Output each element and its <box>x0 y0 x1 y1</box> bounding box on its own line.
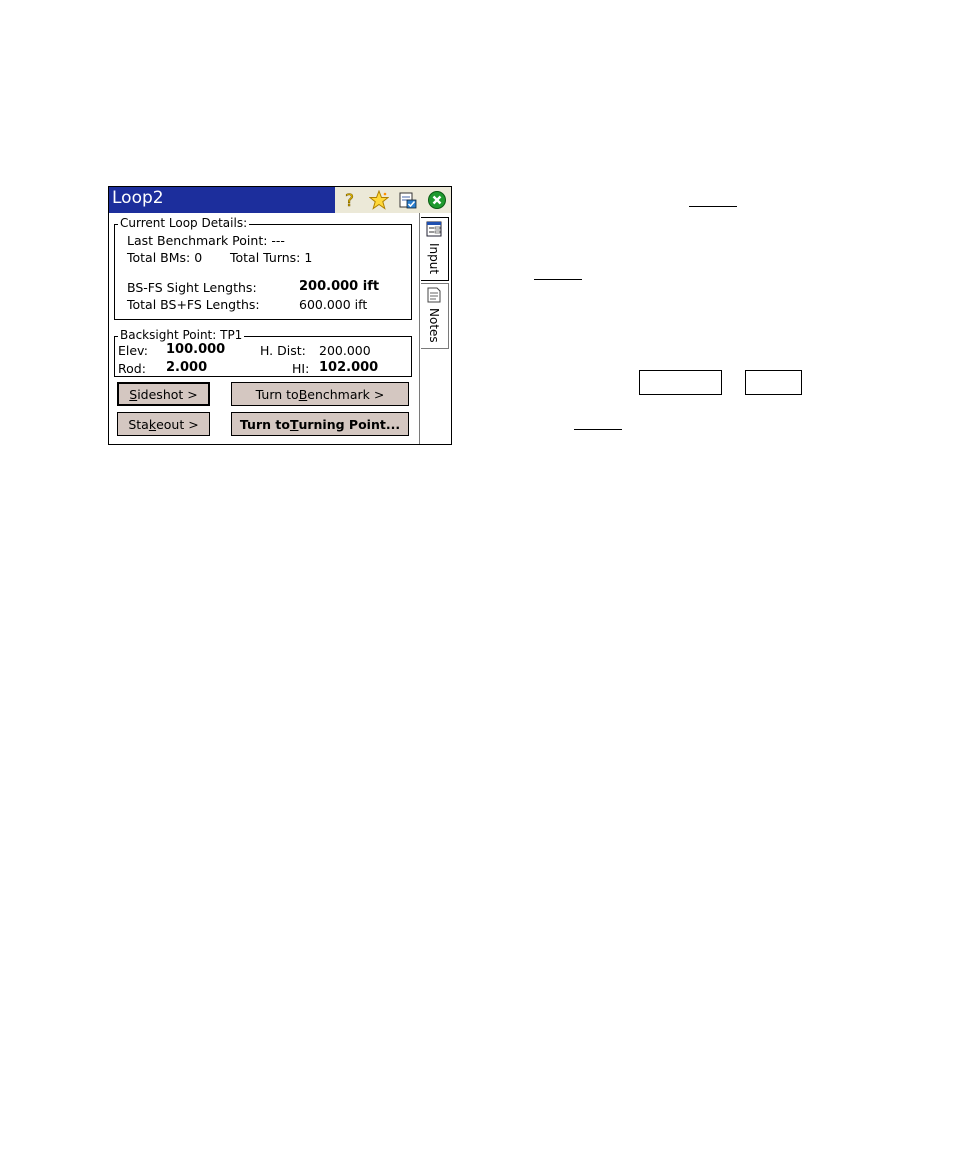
turn-to-benchmark-button[interactable]: Turn to Benchmark > <box>231 382 409 406</box>
total-bms-label: Total BMs: 0 <box>127 250 203 265</box>
turn-tp-label-mnemonic: T <box>289 416 299 432</box>
stakeout-label-pre: Sta <box>128 416 149 432</box>
star-icon[interactable] <box>368 189 390 211</box>
svg-text:?: ? <box>345 191 354 209</box>
turn-tp-label-post: urning Point... <box>298 416 401 432</box>
empty-box-1 <box>639 370 722 395</box>
stakeout-button[interactable]: Sta k eout > <box>117 412 210 436</box>
bsfs-sight-value: 200.000 ift <box>299 279 380 294</box>
blank-underline-3 <box>574 429 622 430</box>
hi-value: 102.000 <box>319 360 379 375</box>
input-tab-icon <box>426 221 442 241</box>
blank-underline-1 <box>689 206 737 207</box>
stakeout-label-post: eout > <box>156 416 199 432</box>
side-tab-strip: Input Notes <box>419 213 451 444</box>
total-bsfs-value: 600.000 ift <box>299 297 368 312</box>
turn-bm-label-pre: Turn to <box>255 386 299 402</box>
elev-label: Elev: <box>118 343 148 358</box>
total-bsfs-label: Total BS+FS Lengths: <box>127 297 260 312</box>
hdist-value: 200.000 <box>319 343 371 358</box>
tab-input[interactable]: Input <box>421 217 449 281</box>
sideshot-button[interactable]: Sideshot > <box>117 382 210 406</box>
main-panel: Current Loop Details: Last Benchmark Poi… <box>109 213 419 444</box>
task-icon[interactable] <box>397 189 419 211</box>
loop2-window: Loop2 ? Current Loop Details: Last Bench… <box>108 186 452 445</box>
empty-box-2 <box>745 370 802 395</box>
title-bar: Loop2 ? <box>109 187 451 213</box>
bsfs-sight-label: BS-FS Sight Lengths: <box>127 280 257 295</box>
rod-label: Rod: <box>118 361 146 376</box>
title-bar-icons: ? <box>335 187 451 213</box>
window-title: Loop2 <box>112 188 164 208</box>
tab-notes[interactable]: Notes <box>421 283 449 349</box>
last-benchmark-label: Last Benchmark Point: --- <box>127 233 285 248</box>
close-icon[interactable] <box>426 189 448 211</box>
backsight-legend: Backsight Point: TP1 <box>118 328 245 342</box>
backsight-group: Backsight Point: TP1 Elev: 100.000 H. Di… <box>114 328 412 377</box>
turn-bm-label-post: enchmark > <box>307 386 385 402</box>
elev-value: 100.000 <box>166 342 226 357</box>
turn-bm-label-mnemonic: B <box>298 386 308 402</box>
hi-label: HI: <box>292 361 310 376</box>
turn-to-turning-point-button[interactable]: Turn to Turning Point... <box>231 412 409 436</box>
help-icon[interactable]: ? <box>339 189 361 211</box>
sideshot-label-mnemonic: S <box>129 386 138 402</box>
blank-underline-2 <box>534 279 582 280</box>
total-turns-label: Total Turns: 1 <box>230 250 313 265</box>
turn-tp-label-pre: Turn to <box>239 416 290 432</box>
stakeout-label-mnemonic: k <box>148 416 157 432</box>
tab-notes-label: Notes <box>427 308 441 343</box>
current-loop-group: Current Loop Details: Last Benchmark Poi… <box>114 216 412 320</box>
sideshot-label-post: ideshot > <box>137 386 198 402</box>
notes-tab-icon <box>426 287 442 307</box>
tab-input-label: Input <box>427 243 441 275</box>
hdist-label: H. Dist: <box>260 343 306 358</box>
current-loop-legend: Current Loop Details: <box>118 216 250 230</box>
rod-value: 2.000 <box>166 360 208 375</box>
